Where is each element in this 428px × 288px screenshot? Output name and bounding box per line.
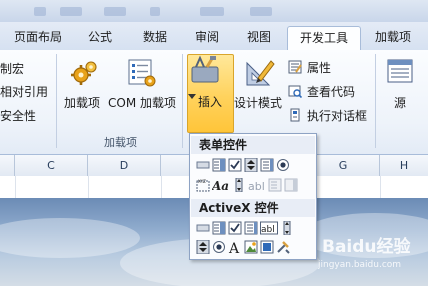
tab-addins[interactable]: 加载项 (368, 26, 418, 49)
svg-text:abl: abl (261, 225, 275, 235)
activex-list-box-icon[interactable] (244, 221, 258, 235)
macro-security-button[interactable]: 安全性 (0, 107, 36, 124)
run-dialog-icon (290, 108, 300, 122)
activex-label-icon[interactable]: A (228, 240, 242, 254)
tab-formulas[interactable]: 公式 (80, 26, 120, 49)
view-code-button[interactable]: 查看代码 (288, 82, 368, 100)
label-control-icon[interactable]: Aa (212, 178, 230, 192)
use-relative-references-button[interactable]: 相对引用 (0, 83, 48, 100)
checkbox-control-icon[interactable] (228, 158, 242, 172)
column-header-h[interactable]: H (380, 155, 428, 176)
activex-option-button-icon[interactable] (212, 240, 226, 254)
activex-text-box-icon[interactable]: abl (260, 221, 278, 235)
combo-box-icon[interactable] (212, 158, 226, 172)
xml-source-button[interactable]: 源 (382, 54, 422, 114)
properties-label: 属性 (307, 61, 332, 75)
text-field-icon[interactable]: abl (248, 178, 266, 192)
svg-text:XYZ: XYZ (198, 179, 206, 184)
properties-button[interactable]: 属性 (288, 58, 358, 76)
xml-source-label: 源 (394, 96, 407, 110)
insert-button-label: 插入 (198, 95, 223, 109)
activex-more-controls-icon[interactable] (276, 240, 290, 254)
properties-icon (288, 60, 302, 74)
column-header-partial[interactable] (0, 155, 15, 176)
tab-view[interactable]: 视图 (239, 26, 279, 49)
view-code-icon (288, 85, 302, 98)
spin-button-icon[interactable] (244, 158, 258, 172)
activex-scroll-bar-icon[interactable] (280, 221, 294, 235)
group-box-icon[interactable]: XYZ (196, 178, 210, 192)
tab-review[interactable]: 审阅 (187, 26, 227, 49)
toolbox-icon (191, 55, 219, 83)
activex-spin-button-icon[interactable] (196, 240, 210, 254)
tab-developer[interactable]: 开发工具 (287, 26, 361, 51)
svg-text:A: A (228, 241, 240, 254)
list-box-icon[interactable] (260, 158, 274, 172)
addins-button-label: 加载项 (64, 96, 101, 110)
tab-data[interactable]: 数据 (135, 26, 175, 49)
activex-toggle-button-icon[interactable] (260, 240, 274, 254)
design-mode-button-label: 设计模式 (234, 96, 283, 110)
column-header-g[interactable]: G (307, 155, 380, 176)
insert-control-dropdown: 表单控件 XYZ Aa abl ActiveX 控件 abl A (189, 133, 317, 260)
view-code-label: 查看代码 (307, 85, 356, 99)
addins-group-label: 加载项 (104, 136, 137, 149)
title-bar (0, 0, 428, 22)
tab-page-layout[interactable]: 页面布局 (8, 26, 68, 49)
svg-text:abl: abl (248, 180, 265, 192)
watermark-brand: Baidu经验 (322, 237, 411, 257)
run-dialog-button[interactable]: 执行对话框 (288, 106, 370, 124)
xml-source-icon (387, 59, 413, 83)
column-header-d[interactable]: D (88, 155, 161, 176)
com-addins-icon (128, 59, 156, 87)
form-controls-header: 表单控件 (191, 136, 315, 154)
watermark-url: jingyan.baidu.com (318, 260, 402, 270)
com-addins-button[interactable]: COM 加载项 (108, 54, 178, 114)
activex-checkbox-icon[interactable] (228, 221, 242, 235)
activex-combo-box-icon[interactable] (212, 221, 226, 235)
option-button-icon[interactable] (276, 158, 290, 172)
ribbon-tab-row: 页面布局 公式 数据 审阅 视图 开发工具 加载项 (0, 22, 428, 51)
column-header-c[interactable]: C (15, 155, 88, 176)
activex-image-icon[interactable] (244, 240, 258, 254)
insert-control-button[interactable]: 插入 (187, 54, 234, 133)
button-control-icon[interactable] (196, 158, 210, 172)
svg-text:Aa: Aa (212, 179, 229, 192)
combo-list-edit-icon[interactable] (268, 178, 282, 192)
gear-icon (71, 61, 97, 85)
design-mode-button[interactable]: 设计模式 (234, 54, 286, 114)
addins-button[interactable]: 加载项 (62, 54, 106, 114)
scroll-bar-icon[interactable] (232, 178, 246, 192)
run-dialog-label: 执行对话框 (307, 109, 368, 123)
activex-controls-header: ActiveX 控件 (191, 199, 315, 217)
combo-drop-down-edit-icon[interactable] (284, 178, 298, 192)
chevron-down-icon (188, 94, 196, 99)
activex-command-button-icon[interactable] (196, 221, 210, 235)
com-addins-button-label: COM 加载项 (108, 96, 176, 110)
design-mode-icon (246, 60, 275, 86)
record-macro-button[interactable]: 制宏 (0, 60, 24, 77)
